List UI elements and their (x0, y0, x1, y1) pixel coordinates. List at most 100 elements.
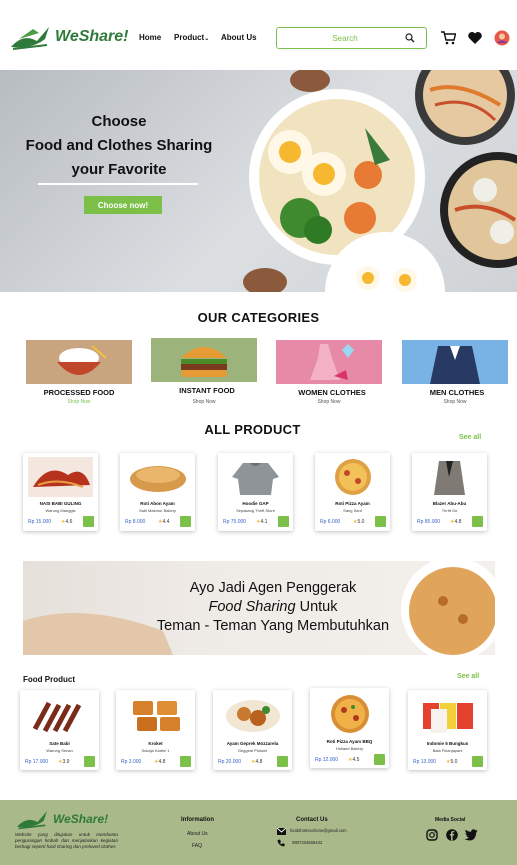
product-price: Rp 3.000 (121, 759, 142, 765)
burger-icon (181, 347, 227, 377)
food-sharing-banner: Ayo Jadi Agen Penggerak Food Sharing Unt… (23, 561, 495, 655)
search-input[interactable] (285, 33, 405, 43)
footer-email[interactable]: foodshortexchone@gmail.com (290, 828, 347, 833)
category-label-men-clothes: MEN CLOTHES (429, 388, 485, 397)
add-to-cart-button[interactable] (277, 756, 288, 767)
product-seller: Warung Manggis (45, 508, 76, 513)
dress-icon (310, 344, 354, 380)
add-to-cart-button[interactable] (278, 516, 289, 527)
product-card[interactable]: Hoodie GAP Sepasang Thrift Store Rp 75.0… (218, 453, 293, 531)
avatar-icon[interactable] (494, 30, 510, 46)
product-rating: ★4.4 (158, 519, 169, 525)
brand-logo[interactable]: WeShare! (9, 22, 134, 52)
product-image (27, 695, 92, 737)
product-card[interactable]: Sate Babi Warung Senan Rp 17.000 ★3.9 (20, 690, 99, 770)
add-to-cart-button[interactable] (83, 516, 94, 527)
category-processed-food[interactable] (26, 340, 132, 384)
product-rating: ★4.1 (256, 519, 267, 525)
product-rating-value: 4.4 (162, 519, 170, 525)
see-all-link[interactable]: See all (459, 434, 481, 441)
product-rating-value: 4.8 (158, 759, 166, 765)
brand-name: WeShare! (55, 28, 129, 45)
nav-product[interactable]: Product⌄ (174, 33, 209, 42)
product-seller: Geggeal Pidiumi (237, 748, 268, 753)
product-card[interactable]: Indomie 5 Bungkus Bala Finanjapani Rp 13… (408, 690, 487, 770)
footer-brand-name: WeShare! (53, 812, 109, 826)
product-seller: Sukaja Kartini 1 (141, 748, 170, 753)
email-icon (277, 828, 286, 835)
product-card[interactable]: Roti Pizza Ayam BBQ Holland Bakery Rp 12… (310, 688, 389, 768)
product-card[interactable]: Kroket Sukaja Kartini 1 Rp 3.000 ★4.8 (116, 690, 195, 770)
product-card[interactable]: NASI BABI GULING Warung Manggis Rp 15.00… (23, 453, 98, 531)
category-instant-food[interactable] (151, 338, 257, 382)
product-image (317, 693, 382, 735)
banner-line2-emphasis: Food Sharing (208, 599, 296, 615)
footer-phone[interactable]: 0807234565432 (292, 840, 322, 845)
product-image (417, 457, 482, 497)
product-rating: ★4.6 (61, 519, 72, 525)
hero-title-line2: Food and Clothes Sharing (25, 137, 213, 154)
chevron-down-icon: ⌄ (204, 36, 210, 42)
see-all-link[interactable]: See all (457, 673, 479, 680)
product-card[interactable]: Ayam Geprek Mozzarela Geggeal Pidiumi Rp… (213, 690, 292, 770)
product-price: Rp 8.000 (125, 519, 146, 525)
product-price: Rp 20.000 (218, 759, 242, 765)
product-image (320, 457, 385, 497)
category-shop-now[interactable]: Shop Now (402, 399, 508, 405)
add-to-cart-button[interactable] (84, 756, 95, 767)
product-rating-value: 4.8 (255, 759, 263, 765)
product-card[interactable]: Roti Abon Ayam Sabi Makmur Bakery Rp 8.0… (120, 453, 195, 531)
product-seller: Sepasang Thrift Store (236, 508, 275, 513)
footer-faq-link[interactable]: FAQ (192, 843, 202, 849)
cart-icon[interactable] (440, 30, 456, 46)
product-price: Rp 85.000 (417, 519, 441, 525)
suit-icon (430, 346, 480, 384)
banner-text: Ayo Jadi Agen Penggerak Food Sharing Unt… (103, 579, 443, 636)
nav-product-label: Product (174, 33, 205, 42)
add-to-cart-button[interactable] (375, 516, 386, 527)
product-card[interactable]: Roti Pizza Ayam Sang Sant Rp 6.000 ★5.0 (315, 453, 390, 531)
category-men-clothes[interactable] (402, 340, 508, 384)
hero-title-line3: your Favorite (71, 161, 167, 178)
product-price: Rp 13.000 (413, 759, 437, 765)
product-rating-value: 4.5 (352, 757, 360, 763)
nav-home[interactable]: Home (139, 33, 161, 42)
choose-now-button[interactable]: Choose now! (84, 196, 162, 214)
product-rating-value: 4.6 (65, 519, 73, 525)
footer-description: Website yang ditujukan untuk membantu pe… (15, 832, 118, 849)
logo-hands-icon (11, 27, 49, 50)
banner-line2: Food Sharing Untuk (103, 598, 443, 617)
add-to-cart-button[interactable] (472, 756, 483, 767)
facebook-icon[interactable] (446, 829, 458, 841)
twitter-icon[interactable] (464, 829, 478, 841)
product-price: Rp 17.000 (25, 759, 49, 765)
add-to-cart-button[interactable] (180, 516, 191, 527)
product-name: NASI BABI GULING (39, 501, 82, 506)
search-icon[interactable] (405, 33, 415, 43)
product-image (220, 695, 285, 737)
add-to-cart-button[interactable] (374, 754, 385, 765)
banner-line1: Ayo Jadi Agen Penggerak (189, 580, 357, 596)
footer-about-link[interactable]: About Us (187, 831, 208, 837)
product-name: Roti Pizza Ayam BBQ (326, 739, 373, 744)
category-label-processed-food: PROCESSED FOOD (43, 388, 115, 397)
add-to-cart-button[interactable] (472, 516, 483, 527)
product-seller: Bala Finanjapani (432, 748, 463, 753)
product-rating-value: 5.0 (450, 759, 458, 765)
product-name: Roti Pizza Ayam (335, 501, 370, 506)
category-women-clothes[interactable] (276, 340, 382, 384)
nav-about[interactable]: About Us (221, 33, 257, 42)
product-rating: ★4.5 (348, 757, 359, 763)
product-image (123, 695, 188, 737)
category-shop-now[interactable]: Shop Now (26, 399, 132, 405)
product-card[interactable]: Blazer Abu-Abu Thrift Go Rp 85.000 ★4.8 (412, 453, 487, 531)
footer-logo[interactable]: WeShare! (15, 808, 108, 830)
categories-title: OUR CATEGORIES (197, 310, 320, 325)
category-shop-now[interactable]: Shop Now (151, 399, 257, 405)
instagram-icon[interactable] (426, 829, 438, 841)
category-shop-now[interactable]: Shop Now (276, 399, 382, 405)
hero-banner: Choose Food and Clothes Sharing your Fav… (0, 70, 517, 292)
heart-icon[interactable] (467, 30, 483, 46)
product-image (415, 695, 480, 737)
add-to-cart-button[interactable] (180, 756, 191, 767)
